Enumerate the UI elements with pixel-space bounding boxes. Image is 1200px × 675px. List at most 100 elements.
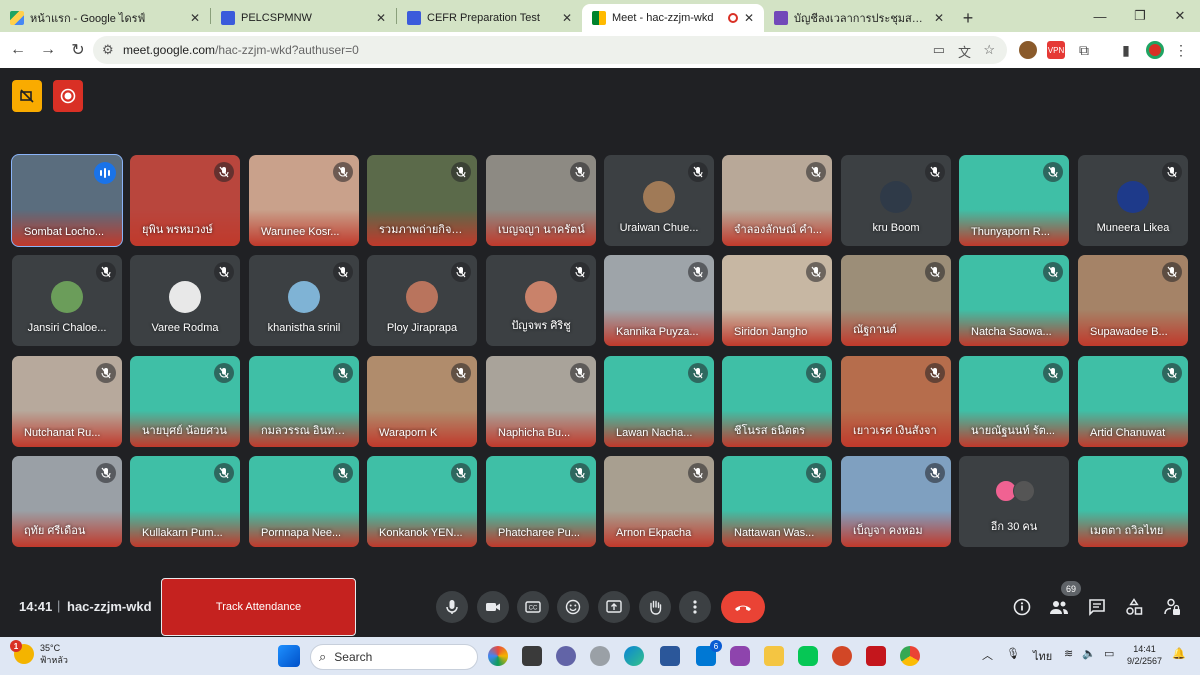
bookmark-star-icon[interactable]: ☆ (983, 42, 995, 58)
restore-icon[interactable]: ❐ (1120, 0, 1160, 32)
chevron-up-icon[interactable]: ︿ (982, 647, 993, 663)
address-bar[interactable]: ⚙ meet.google.com/hac-zzjm-wkd?authuser=… (93, 36, 1007, 64)
taskbar-clock[interactable]: 14:41 9/2/2567 (1127, 643, 1162, 667)
close-icon[interactable]: ✕ (376, 11, 386, 25)
participant-tile[interactable]: Natcha Saowa... (959, 255, 1069, 346)
translate-icon[interactable]: 文 (958, 42, 971, 61)
volume-icon[interactable]: 🔈 (1082, 647, 1096, 660)
captions-button[interactable]: CC (517, 591, 549, 623)
forward-icon[interactable]: → (33, 41, 63, 59)
participant-tile[interactable]: ฤทัย ศรีเดือน (12, 456, 122, 547)
camera-icon[interactable]: ▭ (933, 42, 945, 58)
people-button[interactable] (1048, 596, 1070, 618)
participant-tile[interactable]: นายณัฐนนท์ รัต... (959, 356, 1069, 447)
participant-tile[interactable]: Sombat Locho... (11, 154, 123, 247)
present-screen-button[interactable] (598, 591, 630, 623)
participant-tile[interactable]: Nattawan Was... (722, 456, 832, 547)
participant-tile[interactable]: kru Boom (841, 155, 951, 246)
tab-meet[interactable]: Meet - hac-zzjm-wkd ✕ (582, 4, 764, 32)
vpn-extension-icon[interactable]: VPN (1047, 41, 1065, 59)
extension-icon[interactable] (1019, 41, 1037, 59)
copilot-icon[interactable] (488, 646, 508, 666)
tab-google-drive[interactable]: หน้าแรก - Google ไดรฟ์ ✕ (0, 4, 210, 32)
participant-tile[interactable]: จำลองลักษณ์ คำ... (722, 155, 832, 246)
more-menu-icon[interactable]: ⋮ (1172, 41, 1190, 59)
new-tab-button[interactable]: + (954, 4, 982, 32)
weather-widget[interactable]: 1 35°C ฟ้าหลัว (10, 640, 68, 666)
participant-tile[interactable]: Uraiwan Chue... (604, 155, 714, 246)
edge-icon[interactable] (624, 646, 644, 666)
participant-tile[interactable]: Kannika Puyza... (604, 255, 714, 346)
extensions-puzzle-icon[interactable]: ⧉ (1075, 41, 1093, 59)
tab-cefr-preparation-test[interactable]: CEFR Preparation Test ✕ (397, 4, 582, 32)
teams-icon[interactable] (556, 646, 576, 666)
participant-tile[interactable]: Warunee Kosr... (249, 155, 359, 246)
participant-tile[interactable]: Naphicha Bu... (486, 356, 596, 447)
participant-tile[interactable]: Nutchanat Ru... (12, 356, 122, 447)
wifi-icon[interactable]: ≋ (1064, 647, 1073, 660)
participant-tile[interactable]: khanistha srinil (249, 255, 359, 346)
participant-tile[interactable]: Jansiri Chaloe... (12, 255, 122, 346)
participant-tile[interactable]: Siridon Jangho (722, 255, 832, 346)
participant-tile[interactable]: เยาวเรศ เงินสังจา (841, 356, 951, 447)
host-controls-button[interactable] (1161, 596, 1183, 618)
chat-button[interactable] (1086, 596, 1108, 618)
participant-tile[interactable]: ชีโนรส ธนิตตร (722, 356, 832, 447)
participant-tile[interactable]: Muneera Likea (1078, 155, 1188, 246)
input-language[interactable]: ไทย (1033, 647, 1052, 665)
camera-button[interactable] (477, 591, 509, 623)
participant-tile[interactable]: ณัฐกานต์ (841, 255, 951, 346)
participant-tile[interactable]: นายบุศย์ น้อยศวน (130, 356, 240, 447)
site-info-icon[interactable]: ⚙ (102, 42, 114, 58)
participant-tile[interactable]: Varee Rodma (130, 255, 240, 346)
participant-tile[interactable]: เบญจญา นาครัตน์ (486, 155, 596, 246)
participant-tile[interactable]: Ploy Jiraprapa (367, 255, 477, 346)
more-options-button[interactable] (679, 591, 711, 623)
participant-tile[interactable]: Supawadee B... (1078, 255, 1188, 346)
close-icon[interactable]: ✕ (744, 11, 754, 25)
close-window-icon[interactable]: ✕ (1160, 0, 1200, 32)
battery-icon[interactable]: ▭ (1104, 647, 1114, 660)
back-icon[interactable]: ← (3, 41, 33, 59)
participant-tile[interactable]: Pornnapa Nee... (249, 456, 359, 547)
close-icon[interactable]: ✕ (190, 11, 200, 25)
chrome-icon[interactable] (900, 646, 920, 666)
profile-avatar[interactable] (1146, 41, 1164, 59)
recording-button[interactable] (53, 80, 83, 112)
word-icon[interactable] (660, 646, 680, 666)
line-icon[interactable] (798, 646, 818, 666)
tab-attendance-sheet[interactable]: บัญชีลงเวลาการประชุมสอบ CEFR ปี ✕ (764, 4, 954, 32)
reactions-button[interactable] (557, 591, 589, 623)
participant-tile[interactable]: เมตตา ถวิลไทย (1078, 456, 1188, 547)
app-icon[interactable] (590, 646, 610, 666)
participant-tile[interactable]: อีก 30 คน (959, 456, 1069, 547)
mail-icon[interactable]: 6 (696, 640, 722, 666)
file-explorer-icon[interactable] (764, 646, 784, 666)
participant-tile[interactable]: ยุพิน พรหมวงษ์ (130, 155, 240, 246)
participant-tile[interactable]: Artid Chanuwat (1078, 356, 1188, 447)
microphone-tray-icon[interactable]: 🎙 (1006, 647, 1020, 660)
task-view-icon[interactable] (522, 646, 542, 666)
participant-tile[interactable]: รวมภาพถ่ายกิจก... (367, 155, 477, 246)
participant-tile[interactable]: Phatcharee Pu... (486, 456, 596, 547)
participant-tile[interactable]: Lawan Nacha... (604, 356, 714, 447)
minimize-icon[interactable]: — (1080, 0, 1120, 32)
captions-off-button[interactable] (12, 80, 42, 112)
participant-tile[interactable]: Thunyaporn R... (959, 155, 1069, 246)
participant-tile[interactable]: ปัญจพร ศิริชู (486, 255, 596, 346)
notification-bell-icon[interactable]: 🔔 (1172, 647, 1186, 660)
participant-tile[interactable]: Konkanok YEN... (367, 456, 477, 547)
participant-tile[interactable]: Waraporn K (367, 356, 477, 447)
close-icon[interactable]: ✕ (562, 11, 572, 25)
participant-tile[interactable]: เบ็ญจา คงหอม (841, 456, 951, 547)
leave-call-button[interactable] (721, 591, 765, 623)
track-attendance-button[interactable]: Track Attendance (161, 578, 356, 636)
microphone-button[interactable] (436, 591, 468, 623)
powerpoint-icon[interactable] (832, 646, 852, 666)
raise-hand-button[interactable] (639, 591, 671, 623)
taskbar-search[interactable]: ⌕ Search (310, 644, 478, 670)
activities-button[interactable] (1123, 596, 1145, 618)
snipping-tool-icon[interactable] (730, 646, 750, 666)
reload-icon[interactable]: ↻ (63, 40, 93, 60)
participant-tile[interactable]: Kullakarn Pum... (130, 456, 240, 547)
